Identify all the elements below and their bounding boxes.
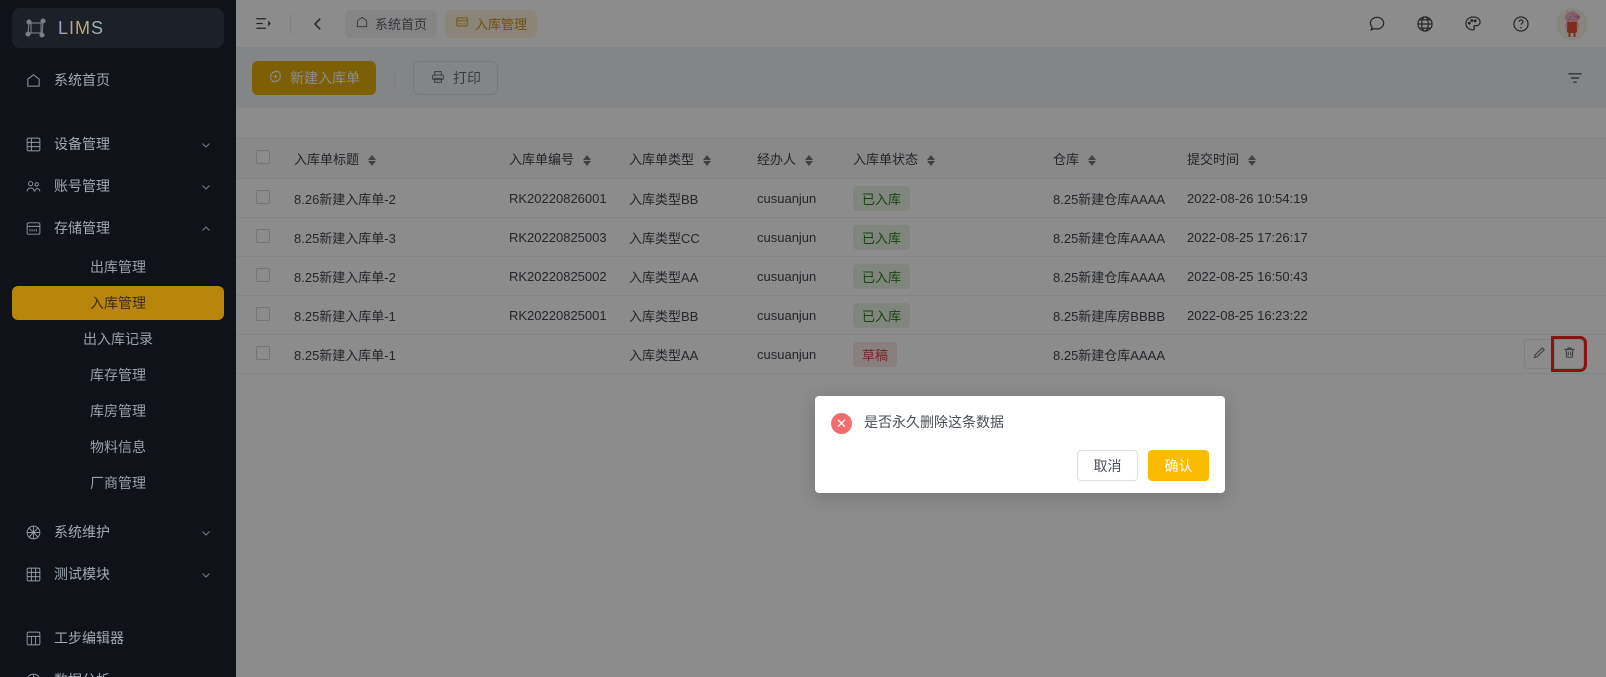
chevron-down-icon bbox=[200, 526, 212, 538]
grid-icon bbox=[24, 135, 42, 153]
sidebar-item-vendor[interactable]: 厂商管理 bbox=[12, 466, 224, 500]
home-icon bbox=[24, 71, 42, 89]
app-root: LIMS 系统首页 设备管理 账号管理 存储管理 出库管理 入库管理 出入库记录… bbox=[0, 0, 1606, 677]
sidebar-item-storage-label: 存储管理 bbox=[54, 220, 110, 236]
sidebar-item-accounts[interactable]: 账号管理 bbox=[12, 166, 224, 206]
sidebar-item-storage[interactable]: 存储管理 bbox=[12, 208, 224, 248]
sidebar-item-test-module-label: 测试模块 bbox=[54, 566, 110, 582]
dialog-message: 是否永久删除这条数据 bbox=[864, 414, 1004, 430]
sidebar-item-stock-label: 库存管理 bbox=[90, 367, 146, 383]
sidebar-item-warehouse[interactable]: 库房管理 bbox=[12, 394, 224, 428]
table-icon bbox=[24, 629, 42, 647]
molecule-logo-icon bbox=[24, 16, 48, 40]
sidebar-item-material[interactable]: 物料信息 bbox=[12, 430, 224, 464]
error-circle-icon: ✕ bbox=[831, 413, 852, 434]
sidebar-item-test-module[interactable]: 测试模块 bbox=[12, 554, 224, 594]
users-icon bbox=[24, 177, 42, 195]
pie-chart-icon bbox=[24, 671, 42, 677]
dialog-footer: 取消 确认 bbox=[831, 450, 1209, 481]
dialog-head: ✕ 是否永久删除这条数据 bbox=[831, 412, 1209, 434]
sidebar-item-maintenance[interactable]: 系统维护 bbox=[12, 512, 224, 552]
main-area: 系统首页 入库管理 新建入库单 打印 入库单标题 入库单编号 入库单类型 经办人… bbox=[236, 0, 1606, 677]
app-logo-text: LIMS bbox=[58, 17, 105, 38]
sidebar-item-accounts-label: 账号管理 bbox=[54, 178, 110, 194]
sidebar-item-inbound-label: 入库管理 bbox=[90, 295, 146, 311]
sidebar-item-step-editor[interactable]: 工步编辑器 bbox=[12, 618, 224, 658]
sidebar: LIMS 系统首页 设备管理 账号管理 存储管理 出库管理 入库管理 出入库记录… bbox=[0, 0, 236, 677]
sidebar-item-vendor-label: 厂商管理 bbox=[90, 475, 146, 491]
chevron-down-icon bbox=[200, 138, 212, 150]
sidebar-item-inout-records-label: 出入库记录 bbox=[83, 331, 153, 347]
delete-confirm-dialog: ✕ 是否永久删除这条数据 取消 确认 bbox=[815, 396, 1225, 493]
app-logo[interactable]: LIMS bbox=[12, 8, 224, 48]
sidebar-bottom-section: 工步编辑器 数据分析 bbox=[0, 610, 236, 677]
sidebar-item-equipment-label: 设备管理 bbox=[54, 136, 110, 152]
sidebar-logo-block: LIMS bbox=[0, 0, 236, 48]
chevron-down-icon bbox=[200, 180, 212, 192]
sidebar-item-outbound[interactable]: 出库管理 bbox=[12, 250, 224, 284]
modal-overlay[interactable] bbox=[236, 0, 1606, 677]
sidebar-item-step-editor-label: 工步编辑器 bbox=[54, 630, 124, 646]
storage-icon bbox=[24, 219, 42, 237]
sidebar-item-stock[interactable]: 库存管理 bbox=[12, 358, 224, 392]
sidebar-item-data-analysis[interactable]: 数据分析 bbox=[12, 660, 224, 677]
confirm-button[interactable]: 确认 bbox=[1148, 450, 1209, 481]
sidebar-item-inbound[interactable]: 入库管理 bbox=[12, 286, 224, 320]
sidebar-item-warehouse-label: 库房管理 bbox=[90, 403, 146, 419]
sidebar-item-inout-records[interactable]: 出入库记录 bbox=[12, 322, 224, 356]
sidebar-groups: 设备管理 账号管理 存储管理 出库管理 入库管理 出入库记录 库存管理 库房管理… bbox=[0, 116, 236, 602]
compass-icon bbox=[24, 523, 42, 541]
sidebar-item-home-label: 系统首页 bbox=[54, 72, 110, 88]
sidebar-item-outbound-label: 出库管理 bbox=[90, 259, 146, 275]
sidebar-top-section: 系统首页 bbox=[0, 48, 236, 108]
sidebar-item-data-analysis-label: 数据分析 bbox=[54, 670, 212, 677]
sidebar-item-maintenance-label: 系统维护 bbox=[54, 524, 110, 540]
chevron-up-icon bbox=[200, 222, 212, 234]
sidebar-item-home[interactable]: 系统首页 bbox=[12, 60, 224, 100]
sidebar-item-equipment[interactable]: 设备管理 bbox=[12, 124, 224, 164]
sidebar-item-material-label: 物料信息 bbox=[90, 439, 146, 455]
grid-icon bbox=[24, 565, 42, 583]
cancel-button[interactable]: 取消 bbox=[1077, 450, 1138, 481]
chevron-down-icon bbox=[200, 568, 212, 580]
